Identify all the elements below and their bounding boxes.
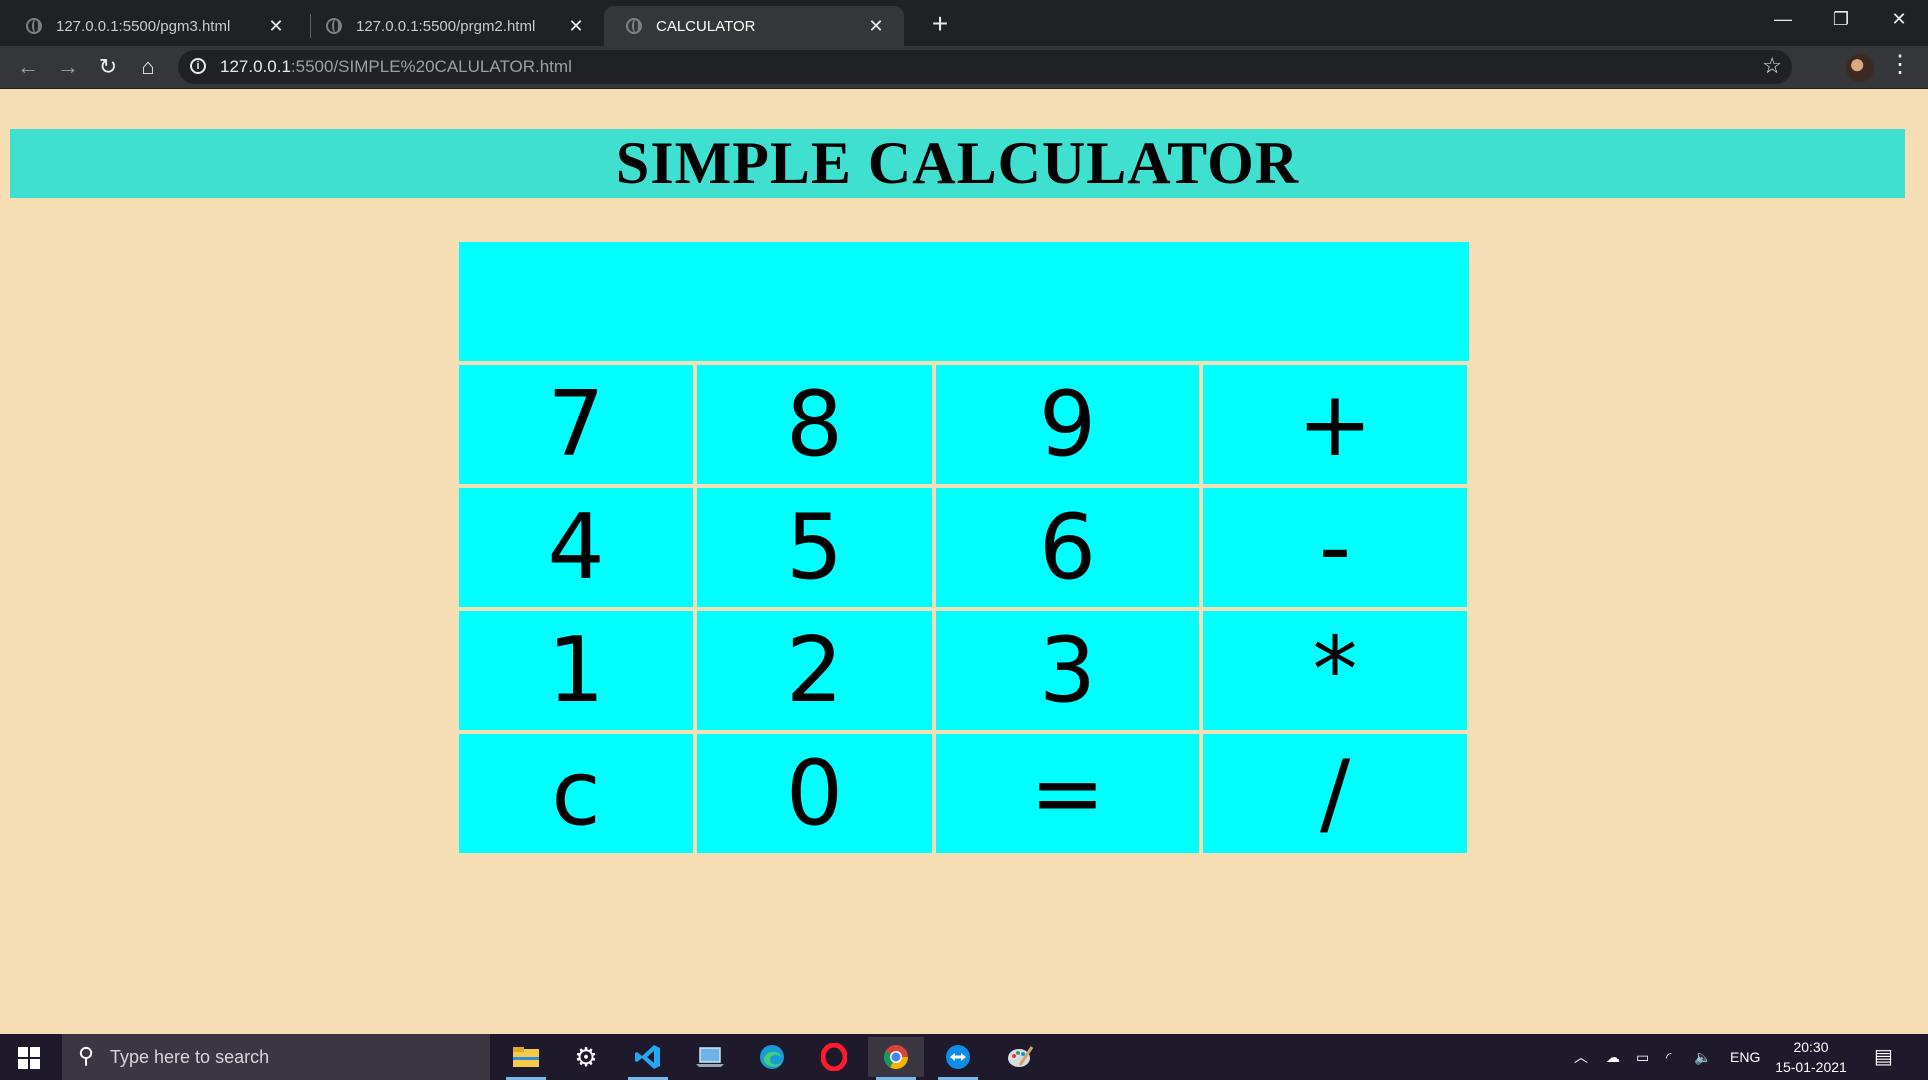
chrome-icon[interactable] <box>868 1037 924 1080</box>
home-button[interactable]: ⌂ <box>132 51 164 83</box>
close-window-button[interactable]: ✕ <box>1870 0 1928 40</box>
globe-icon <box>626 18 642 34</box>
windows-taskbar: ⚲ Type here to search ⚙ ︿ ☁ ▭ ◜ 🔈 ENG 20… <box>0 1034 1928 1080</box>
tab-prgm2[interactable]: 127.0.0.1:5500/prgm2.html ✕ <box>304 6 604 46</box>
wifi-icon[interactable]: ◜ <box>1666 1034 1671 1080</box>
notification-center-icon[interactable]: ▤ <box>1874 1034 1893 1080</box>
teamviewer-icon[interactable] <box>930 1037 986 1080</box>
laptop-icon[interactable] <box>682 1037 738 1077</box>
site-info-icon[interactable]: i <box>190 58 206 74</box>
globe-icon <box>326 18 342 34</box>
url-host: 127.0.0.1 <box>220 57 291 76</box>
battery-icon[interactable]: ▭ <box>1636 1034 1649 1080</box>
key-9[interactable]: 9 <box>936 365 1199 484</box>
tab-title: 127.0.0.1:5500/prgm2.html <box>356 17 536 35</box>
key-equals[interactable]: = <box>936 734 1199 853</box>
key-8[interactable]: 8 <box>697 365 932 484</box>
show-hidden-icons-chevron-icon[interactable]: ︿ <box>1574 1034 1588 1080</box>
url-text: 127.0.0.1:5500/SIMPLE%20CALULATOR.html <box>220 57 572 77</box>
taskbar-clock[interactable]: 20:30 15-01-2021 <box>1768 1037 1854 1077</box>
page-title: SIMPLE CALCULATOR <box>615 130 1300 196</box>
taskbar-search-box[interactable]: ⚲ Type here to search <box>62 1034 490 1080</box>
browser-toolbar: ← → ↻ ⌂ i 127.0.0.1:5500/SIMPLE%20CALULA… <box>0 46 1928 89</box>
calculator-display[interactable] <box>459 242 1469 361</box>
key-minus[interactable]: - <box>1203 488 1467 607</box>
browser-menu-icon[interactable]: ⋮ <box>1888 50 1912 79</box>
key-plus[interactable]: + <box>1203 365 1467 484</box>
back-button[interactable]: ← <box>12 51 44 83</box>
tab-calculator[interactable]: CALCULATOR ✕ <box>604 6 904 46</box>
close-tab-icon[interactable]: ✕ <box>262 16 290 37</box>
file-explorer-icon[interactable] <box>498 1037 554 1080</box>
close-tab-icon[interactable]: ✕ <box>862 16 890 37</box>
key-6[interactable]: 6 <box>936 488 1199 607</box>
page-header: SIMPLE CALCULATOR <box>10 129 1905 198</box>
key-5[interactable]: 5 <box>697 488 932 607</box>
key-divide[interactable]: / <box>1203 734 1467 853</box>
forward-button[interactable]: → <box>52 51 84 83</box>
bookmark-star-icon[interactable]: ☆ <box>1762 53 1782 79</box>
clock-time: 20:30 <box>1793 1039 1829 1055</box>
key-multiply[interactable]: * <box>1203 611 1467 730</box>
volume-icon[interactable]: 🔈 <box>1694 1034 1711 1080</box>
clock-date: 15-01-2021 <box>1775 1059 1847 1075</box>
tab-title: 127.0.0.1:5500/pgm3.html <box>56 17 231 35</box>
key-1[interactable]: 1 <box>459 611 693 730</box>
profile-avatar[interactable] <box>1846 54 1874 82</box>
search-icon: ⚲ <box>78 1043 95 1068</box>
tab-pgm3[interactable]: 127.0.0.1:5500/pgm3.html ✕ <box>4 6 304 46</box>
key-0[interactable]: 0 <box>697 734 932 853</box>
windows-start-icon[interactable] <box>18 1047 40 1069</box>
key-3[interactable]: 3 <box>936 611 1199 730</box>
key-7[interactable]: 7 <box>459 365 693 484</box>
minimize-button[interactable]: — <box>1754 0 1812 40</box>
tab-title: CALCULATOR <box>656 17 756 35</box>
address-bar[interactable]: i 127.0.0.1:5500/SIMPLE%20CALULATOR.html… <box>178 50 1792 84</box>
opera-icon[interactable] <box>806 1037 862 1077</box>
edge-icon[interactable] <box>744 1037 800 1077</box>
key-clear[interactable]: c <box>459 734 693 853</box>
vscode-icon[interactable] <box>620 1037 676 1080</box>
settings-icon[interactable]: ⚙ <box>558 1037 614 1077</box>
paint-icon[interactable] <box>992 1037 1048 1077</box>
reload-button[interactable]: ↻ <box>92 51 124 83</box>
globe-icon <box>26 18 42 34</box>
key-4[interactable]: 4 <box>459 488 693 607</box>
onedrive-cloud-icon[interactable]: ☁ <box>1606 1034 1620 1080</box>
new-tab-button[interactable]: + <box>922 6 958 42</box>
url-path: :5500/SIMPLE%20CALULATOR.html <box>290 57 572 76</box>
close-tab-icon[interactable]: ✕ <box>562 16 590 37</box>
key-2[interactable]: 2 <box>697 611 932 730</box>
search-placeholder: Type here to search <box>110 1047 270 1067</box>
language-indicator[interactable]: ENG <box>1730 1034 1760 1080</box>
restore-button[interactable]: ❐ <box>1812 0 1870 40</box>
browser-tab-bar: 127.0.0.1:5500/pgm3.html ✕ 127.0.0.1:550… <box>0 0 1928 46</box>
